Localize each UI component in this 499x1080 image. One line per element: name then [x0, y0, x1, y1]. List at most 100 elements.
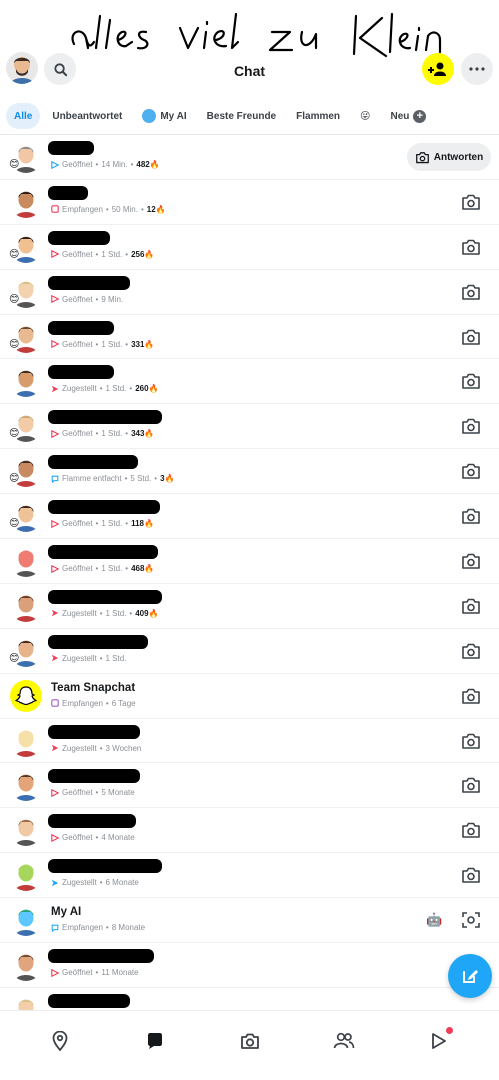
friend-avatar[interactable]: [10, 590, 42, 622]
friend-avatar[interactable]: [10, 949, 42, 982]
chat-status: Zugestellt • 1 Std. • 409🔥: [51, 609, 159, 618]
camera-icon[interactable]: [461, 866, 481, 884]
chat-status: Geöffnet • 11 Monate: [51, 968, 139, 977]
redaction-mark: [48, 859, 162, 874]
sent-opened-icon: [51, 564, 59, 573]
reply-button[interactable]: Antworten: [407, 143, 491, 171]
add-friend-button[interactable]: [422, 53, 454, 85]
status-time: 5 Std.: [130, 474, 152, 484]
stories-icon: [432, 1033, 446, 1049]
nav-chat[interactable]: [143, 1029, 167, 1053]
chat-row[interactable]: 😊 Geöffnet • 1 Std. • 331🔥: [0, 315, 499, 360]
chat-row[interactable]: My AI Empfangen • 8 Monate 🤖: [0, 898, 499, 944]
chat-row[interactable]: Zugestellt • 6 Monate: [0, 853, 499, 899]
redaction-mark: [48, 769, 140, 784]
streak-count: 118🔥: [131, 519, 154, 529]
camera-icon[interactable]: [461, 821, 481, 839]
chat-row[interactable]: Geöffnet • 11 Monate: [0, 943, 499, 988]
chat-name: Team Snapchat: [51, 681, 136, 694]
filter-emoji[interactable]: 😜: [352, 103, 378, 129]
nav-friends[interactable]: [332, 1029, 356, 1053]
separator: •: [125, 339, 129, 349]
camera-icon[interactable]: [461, 417, 481, 435]
camera-icon[interactable]: [461, 372, 481, 390]
chat-row[interactable]: 😊 Flamme entfacht • 5 Std. • 3🔥: [0, 449, 499, 495]
friend-avatar[interactable]: [10, 365, 42, 398]
streak-count: 331🔥: [131, 339, 155, 349]
emoji-badge: 😊: [9, 473, 20, 485]
chat-row[interactable]: 😊 Zugestellt • 1 Std.: [0, 629, 499, 674]
received-icon: [51, 205, 59, 214]
nav-stories[interactable]: [427, 1027, 453, 1053]
chat-row[interactable]: 😊 Geöffnet • 14 Min. • 482🔥 Antworten: [0, 135, 499, 180]
chat-row[interactable]: Geöffnet • 4 Monate: [0, 808, 499, 854]
status-text: Flamme entfacht: [62, 474, 122, 484]
status-text: Empfangen: [62, 204, 103, 214]
chat-row[interactable]: 😊 Geöffnet • 9 Min.: [0, 270, 499, 315]
chat-row[interactable]: 😊 Geöffnet • 1 Std. • 118🔥: [0, 494, 499, 540]
camera-icon[interactable]: [461, 597, 481, 615]
chat-row[interactable]: Geöffnet • 5 Monate: [0, 763, 499, 809]
chat-row[interactable]: Zugestellt • 1 Std. • 260🔥: [0, 359, 499, 405]
camera-icon[interactable]: [461, 732, 481, 750]
chat-row[interactable]: Zugestellt • 3 Wochen: [0, 719, 499, 764]
chat-row[interactable]: Empfangen • 50 Min. • 12🔥: [0, 180, 499, 225]
separator: •: [125, 519, 129, 529]
friend-avatar[interactable]: [10, 186, 42, 218]
friend-avatar[interactable]: [10, 904, 42, 937]
separator: •: [154, 474, 158, 484]
camera-icon[interactable]: [461, 193, 481, 211]
redaction-mark: [48, 634, 148, 649]
filter-all[interactable]: Alle: [6, 103, 41, 129]
status-text: Geöffnet: [62, 429, 93, 439]
filter-my-ai[interactable]: My AI: [134, 103, 194, 129]
camera-icon[interactable]: [461, 642, 481, 660]
chat-row[interactable]: Geöffnet • 1 Std. • 468🔥: [0, 539, 499, 584]
separator: •: [95, 788, 99, 798]
redaction-mark: [48, 589, 162, 604]
chat-row[interactable]: Zugestellt • 1 Std. • 409🔥: [0, 584, 499, 629]
status-time: 1 Std.: [101, 564, 123, 574]
sent-opened-icon: [51, 833, 59, 842]
chat-row[interactable]: 😊 Geöffnet • 1 Std. • 343🔥: [0, 404, 499, 450]
filter-unanswered[interactable]: Unbeantwortet: [44, 103, 130, 129]
friend-avatar[interactable]: [10, 769, 42, 802]
separator: •: [99, 743, 103, 753]
chat-status: Zugestellt • 1 Std. • 260🔥: [51, 384, 159, 393]
camera-icon[interactable]: [461, 552, 481, 570]
friend-avatar[interactable]: [10, 545, 42, 578]
filter-best-friends[interactable]: Beste Freunde: [199, 103, 284, 129]
sent-opened-icon: [51, 968, 59, 977]
new-chat-button[interactable]: [448, 954, 492, 998]
camera-icon[interactable]: [461, 462, 481, 480]
redaction-mark: [48, 949, 154, 964]
status-text: Geöffnet: [62, 788, 93, 798]
camera-icon[interactable]: [461, 283, 481, 301]
camera-icon[interactable]: [461, 328, 481, 346]
status-time: 50 Min.: [111, 204, 138, 214]
streak-count: 3🔥: [160, 474, 175, 484]
chat-row[interactable]: 😊 Geöffnet • 1 Std. • 256🔥: [0, 225, 499, 270]
filter-new[interactable]: Neu +: [382, 103, 434, 129]
chat-status: Geöffnet • 1 Std. • 468🔥: [51, 564, 154, 573]
camera-icon[interactable]: [461, 238, 481, 256]
filter-flames[interactable]: Flammen: [288, 103, 348, 129]
more-button[interactable]: [461, 53, 493, 85]
camera-icon[interactable]: [461, 507, 481, 525]
nav-map[interactable]: [48, 1029, 72, 1053]
nav-camera[interactable]: [238, 1029, 262, 1053]
friend-avatar[interactable]: [10, 725, 42, 757]
friend-avatar[interactable]: [10, 814, 42, 847]
friend-avatar[interactable]: [10, 859, 42, 892]
chat-row[interactable]: Team Snapchat Empfangen • 6 Tage: [0, 674, 499, 719]
redaction-mark: [48, 500, 160, 515]
chat-status: Zugestellt • 3 Wochen: [51, 744, 141, 753]
status-time: 11 Monate: [101, 968, 139, 978]
separator: •: [95, 564, 99, 574]
separator: •: [125, 564, 129, 574]
camera-icon[interactable]: [461, 687, 481, 705]
separator: •: [129, 384, 133, 394]
camera-icon[interactable]: [461, 776, 481, 794]
scan-icon[interactable]: [461, 911, 481, 929]
chat-status: Geöffnet • 9 Min.: [51, 295, 123, 304]
